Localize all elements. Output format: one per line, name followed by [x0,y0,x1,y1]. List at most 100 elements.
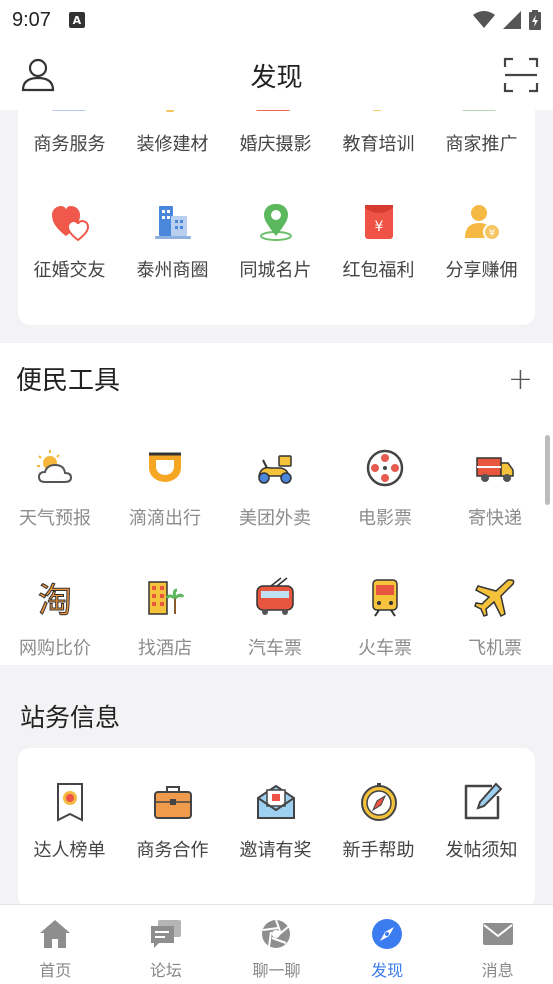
hearts-icon [51,206,89,242]
tool-meituan[interactable]: 美团外卖 [220,446,330,530]
wifi-icon [473,11,495,28]
home-icon [40,920,71,948]
svg-text:¥: ¥ [374,219,383,235]
station-section-title: 站务信息 [20,703,121,732]
tool-label: 滴滴出行 [129,508,201,529]
service-label: 泰州商圈 [136,260,209,281]
hotel-icon [148,581,185,615]
service-share-earn[interactable]: ¥ 分享赚佣 [430,202,533,282]
user-profile-icon[interactable] [20,56,56,92]
tab-messages[interactable]: 消息 [442,905,553,984]
tool-train-ticket[interactable]: 火车票 [330,576,440,660]
station-invite-reward[interactable]: 邀请有奖 [224,782,327,862]
tab-home[interactable]: 首页 [0,905,111,984]
station-posting-rules[interactable]: 发帖须知 [430,782,533,862]
taobao-icon: 淘 [38,581,73,621]
services-card: 商务服务 装修建材 婚庆摄影 教育培训 商家推广 征婚交友 泰州商圈 同城名片 … [18,110,535,325]
tool-label: 美团外卖 [239,508,311,529]
service-city-card[interactable]: 同城名片 [224,202,327,282]
tool-movie[interactable]: 电影票 [330,446,440,530]
station-beginner-help[interactable]: 新手帮助 [327,782,430,862]
service-label: 婚庆摄影 [239,134,312,155]
tool-label: 网购比价 [19,638,91,659]
train-icon [372,579,398,617]
aperture-icon [262,919,291,948]
tool-label: 找酒店 [138,638,192,659]
service-label: 征婚交友 [33,260,106,281]
service-education[interactable]: 教育培训 [327,130,430,156]
service-label: 教育培训 [342,134,415,155]
tab-label: 首页 [39,961,72,980]
tool-hotel[interactable]: 找酒店 [110,576,220,660]
service-label: 装修建材 [136,134,209,155]
ribbon-award-icon [56,783,83,822]
tab-discover[interactable]: 发现 [332,905,443,984]
tab-label: 消息 [481,961,514,980]
svg-text:淘: 淘 [38,581,72,620]
station-label: 邀请有奖 [239,840,312,861]
scan-icon[interactable] [503,57,539,93]
tab-forum[interactable]: 论坛 [111,905,222,984]
tools-section-title: 便民工具 [16,366,121,396]
truck-icon [476,457,514,482]
notification-a-icon: A [68,12,85,28]
service-label: 红包福利 [342,260,415,281]
service-label: 分享赚佣 [445,260,518,281]
bus-icon [256,577,294,615]
status-time: 9:07 [12,8,51,31]
compass-icon [360,783,397,821]
service-dating[interactable]: 征婚交友 [18,202,121,282]
tool-express[interactable]: 寄快递 [440,446,550,530]
service-label: 商家推广 [445,134,518,155]
tool-label: 火车票 [358,638,412,659]
tool-flight-ticket[interactable]: 飞机票 [440,576,550,660]
tab-label: 论坛 [149,961,182,980]
service-business[interactable]: 商务服务 [18,130,121,156]
battery-icon [529,10,541,30]
svg-text:¥: ¥ [488,228,494,239]
service-promotion[interactable]: 商家推广 [430,130,533,156]
station-card: 达人榜单 商务合作 邀请有奖 新手帮助 发帖须知 [18,748,535,904]
briefcase-icon [153,786,192,819]
service-red-envelope[interactable]: ¥ 红包福利 [327,202,430,282]
weather-icon [37,450,73,483]
tool-label: 寄快递 [468,508,522,529]
tool-weather[interactable]: 天气预报 [0,446,110,530]
discover-scroll-area[interactable]: 商务服务 装修建材 婚庆摄影 教育培训 商家推广 征婚交友 泰州商圈 同城名片 … [0,110,553,904]
mail-icon [482,923,513,945]
tool-bus-ticket[interactable]: 汽车票 [220,576,330,660]
service-renovation[interactable]: 装修建材 [121,130,224,156]
tool-didi[interactable]: 滴滴出行 [110,446,220,530]
compass-icon [372,919,403,949]
service-label: 商务服务 [33,134,106,155]
tool-label: 汽车票 [248,638,302,659]
service-wedding-photo[interactable]: 婚庆摄影 [224,130,327,156]
film-reel-icon [366,449,404,487]
station-label: 新手帮助 [342,840,415,861]
buildings-icon [154,206,191,239]
tab-chat[interactable]: 聊一聊 [221,905,332,984]
scrollbar-thumb[interactable] [545,435,550,505]
tab-label: 发现 [371,961,404,980]
station-talent-list[interactable]: 达人榜单 [18,782,121,862]
tool-label: 飞机票 [468,638,522,659]
didi-icon [149,452,181,482]
page-title: 发现 [250,62,303,93]
station-label: 发帖须知 [445,840,518,861]
chat-icon [150,920,181,948]
red-envelope-icon: ¥ [364,205,393,239]
station-label: 达人榜单 [33,840,106,861]
tool-label: 天气预报 [19,508,91,529]
hidden-icon-tops [18,110,535,114]
station-business-cooperation[interactable]: 商务合作 [121,782,224,862]
scooter-icon [258,455,292,484]
status-bar: 9:07 A [0,0,553,40]
share-earn-icon: ¥ [464,205,501,241]
tool-price-compare[interactable]: 淘 网购比价 [0,576,110,660]
service-taizhou-circle[interactable]: 泰州商圈 [121,202,224,282]
service-label: 同城名片 [239,260,312,281]
airplane-icon [474,579,515,618]
tools-add-button[interactable]: + [508,362,533,397]
tool-label: 电影票 [358,508,412,529]
edit-icon [464,782,502,820]
